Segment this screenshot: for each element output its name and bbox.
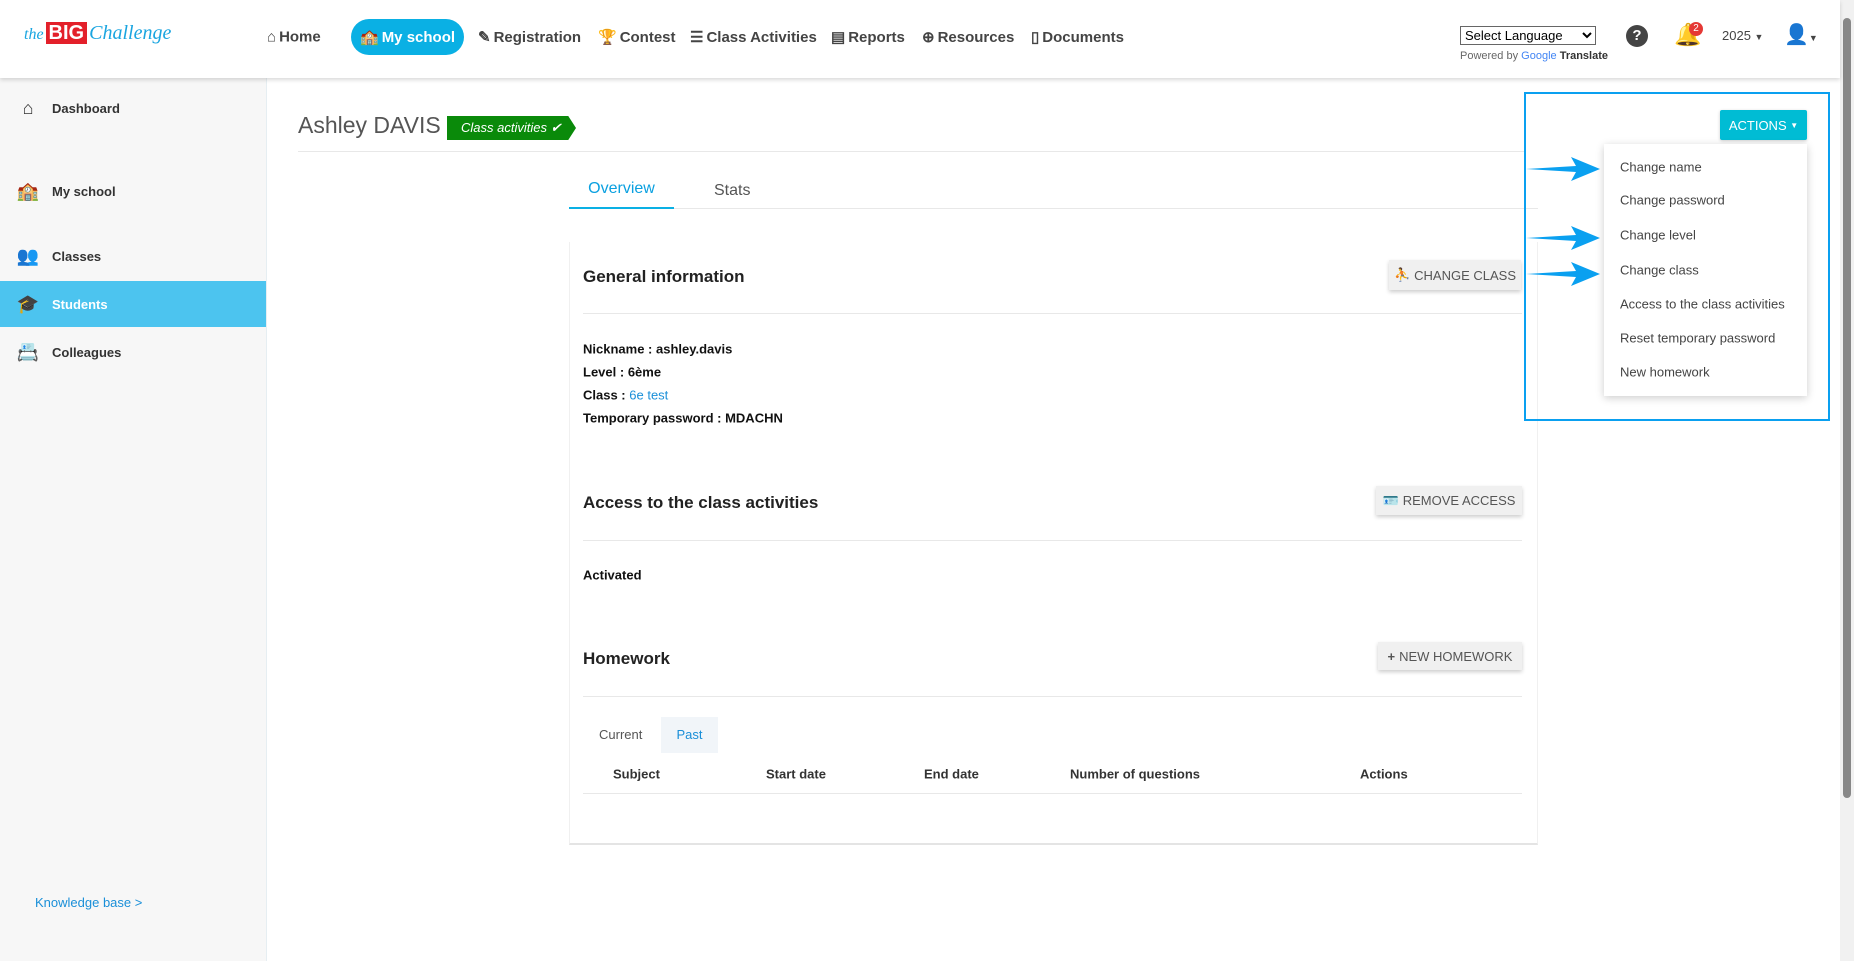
caret-down-icon: ▼ [1790,120,1799,130]
contact-book-icon: 📇 [16,341,40,362]
menu-item-change-password[interactable]: Change password [1620,193,1725,208]
nav-documents[interactable]: ▯ Documents [1031,28,1124,46]
arrow-icon [1526,157,1600,181]
column-start-date[interactable]: Start date [766,767,826,782]
edit-icon: ✎ [478,29,491,46]
actions-button[interactable]: ACTIONS ▼ [1720,110,1807,140]
homework-tab-current[interactable]: Current [599,727,642,742]
homework-tab-past[interactable]: Past [661,717,718,753]
sidebar: ⌂ Dashboard 🏫 My school 👥 Classes 🎓 Students… [0,78,267,961]
overview-card [569,242,1538,845]
menu-item-access-class-activities[interactable]: Access to the class activities [1620,297,1785,312]
arrow-icon [1526,262,1600,286]
homework-heading: Homework [583,649,670,668]
user-menu[interactable]: 👤▼ [1784,22,1818,47]
pdf-icon: ▯ [1031,29,1040,46]
column-actions[interactable]: Actions [1360,767,1408,782]
powered-by: Powered by Google Translate [1460,50,1609,62]
sidebar-item-colleagues[interactable]: 📇 Colleagues [0,329,266,375]
menu-item-reset-temporary-password[interactable]: Reset temporary password [1620,331,1775,346]
nav-class-activities[interactable]: ☰ Class Activities [690,28,817,46]
menu-item-change-level[interactable]: Change level [1620,228,1696,243]
home-icon: ⌂ [22,97,34,118]
id-card-icon: 🪪 [1382,492,1399,508]
school-icon: 🏫 [360,29,379,46]
menu-item-new-homework[interactable]: New homework [1620,365,1710,380]
student-icon: 🎓 [16,293,40,314]
sidebar-item-dashboard[interactable]: ⌂ Dashboard [0,85,266,131]
new-homework-button[interactable]: + NEW HOMEWORK [1378,642,1522,670]
top-header: the BIG Challenge ⌂ Home 🏫 My school ✎ Regist… [0,0,1840,78]
temporary-password-field: Temporary password : MDACHN [583,410,783,426]
nav-my-school[interactable]: 🏫 My school [351,19,465,55]
column-end-date[interactable]: End date [924,767,979,782]
help-icon[interactable]: ? [1626,25,1648,47]
trophy-icon: 🏆 [598,29,617,46]
nav-registration[interactable]: ✎ Registration [478,28,581,46]
page-title: Ashley DAVIS [298,112,441,138]
general-information-heading: General information [583,267,745,286]
home-icon: ⌂ [267,28,277,46]
nav-reports[interactable]: ▤ Reports [831,28,905,46]
access-status: Activated [583,567,642,583]
column-subject[interactable]: Subject [613,767,660,782]
tab-stats[interactable]: Stats [714,182,750,200]
caret-down-icon: ▼ [1808,33,1818,43]
google-logo: Google [1521,50,1557,62]
arrow-icon [1526,226,1600,250]
knowledge-base-link[interactable]: Knowledge base > [35,895,142,910]
nav-home[interactable]: ⌂ Home [267,29,321,46]
sidebar-item-students[interactable]: 🎓 Students [0,281,266,327]
file-icon: ▤ [831,29,846,46]
change-class-button[interactable]: ⛹ CHANGE CLASS [1389,260,1521,290]
nav-contest[interactable]: 🏆 Contest [598,28,676,46]
year-dropdown[interactable]: 2025 ▼ [1722,28,1763,43]
menu-item-change-class[interactable]: Change class [1620,263,1699,278]
scrollbar[interactable] [1840,0,1854,961]
scrollbar-thumb[interactable] [1843,18,1851,798]
user-icon: 👤 [1784,24,1809,46]
menu-item-change-name[interactable]: Change name [1620,160,1702,175]
list-icon: ☰ [690,29,704,46]
user-swap-icon: ⛹ [1393,267,1411,282]
column-number-of-questions[interactable]: Number of questions [1070,767,1200,782]
notification-badge: 2 [1689,22,1703,36]
nav-resources[interactable]: ⊕ Resources [922,28,1014,46]
remove-access-button[interactable]: 🪪 REMOVE ACCESS [1376,486,1522,515]
class-field: Class : 6e test [583,387,669,403]
check-icon: ✔ [550,120,562,135]
globe-icon: ⊕ [922,29,935,46]
school-icon: 🏫 [16,180,40,201]
actions-dropdown-menu: Change name Change password Change level… [1604,144,1807,396]
sidebar-item-classes[interactable]: 👥 Classes [0,233,266,279]
logo[interactable]: the BIG Challenge [24,22,171,45]
class-activities-badge: Class activities ✔ [447,116,576,140]
access-heading: Access to the class activities [583,493,819,512]
tab-overview[interactable]: Overview [569,180,674,209]
class-link[interactable]: 6e test [629,388,668,403]
annotation-arrows [1526,157,1600,286]
caret-down-icon: ▼ [1754,32,1764,42]
plus-icon: + [1387,648,1396,664]
language-select[interactable]: Select Language [1460,26,1596,45]
sidebar-item-my-school[interactable]: 🏫 My school [0,168,266,214]
nickname-field: Nickname : ashley.davis [583,341,733,357]
level-field: Level : 6ème [583,364,662,380]
users-icon: 👥 [16,245,40,266]
